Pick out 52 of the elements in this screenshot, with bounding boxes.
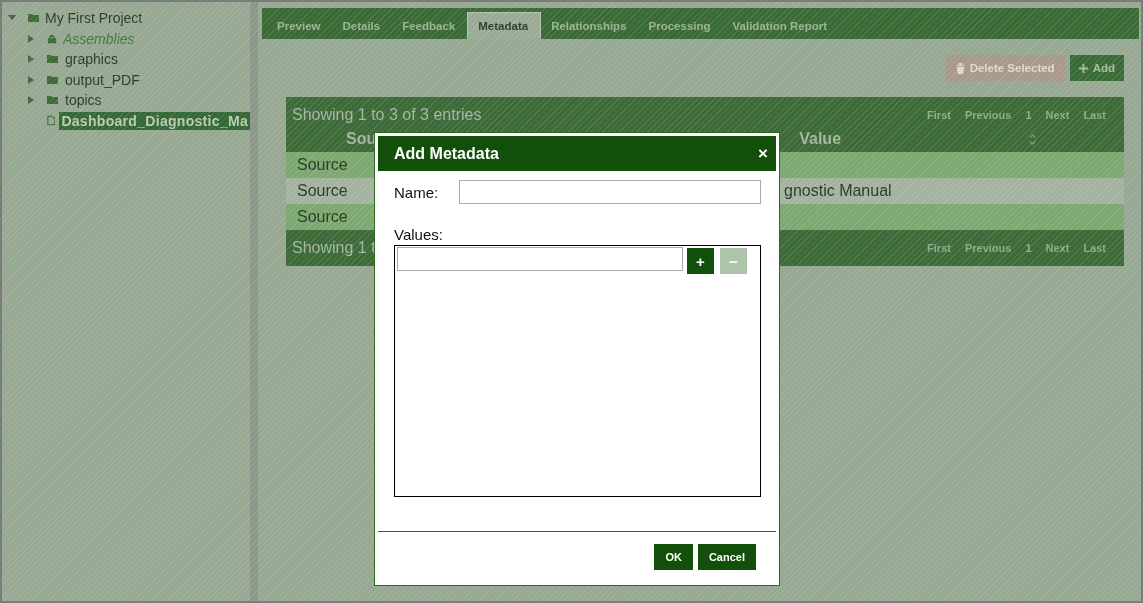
table-cell: Source xyxy=(297,156,348,174)
tree-item[interactable]: graphics xyxy=(63,50,120,69)
tab[interactable]: Relationships xyxy=(541,12,639,39)
pagination-link[interactable]: First xyxy=(927,109,951,121)
pagination-link[interactable]: 1 xyxy=(1025,242,1032,254)
table-cell: Source xyxy=(297,182,348,200)
pagination-link[interactable]: Next xyxy=(1045,242,1070,254)
tree-item[interactable]: My First Project xyxy=(43,9,145,28)
tab[interactable]: Validation Report xyxy=(722,12,840,39)
pagination-link[interactable]: First xyxy=(927,242,951,254)
name-field[interactable] xyxy=(459,180,761,204)
tab[interactable]: Metadata xyxy=(467,12,542,39)
pagination-link[interactable]: Last xyxy=(1083,242,1106,254)
tab[interactable]: Details xyxy=(332,12,393,39)
pagination-link[interactable]: Previous xyxy=(964,242,1012,254)
pagination-link[interactable]: Last xyxy=(1083,109,1106,121)
table-cell: Source xyxy=(297,208,348,226)
pagination-link[interactable]: Next xyxy=(1045,109,1070,121)
dialog-title: Add Metadata xyxy=(394,144,499,163)
folder-icon xyxy=(28,13,40,24)
tree-item[interactable]: topics xyxy=(63,91,104,110)
caret-icon[interactable] xyxy=(28,96,34,105)
tree-item[interactable]: output_PDF xyxy=(63,70,142,89)
caret-icon[interactable] xyxy=(28,55,34,64)
caret-icon[interactable] xyxy=(28,34,34,43)
bag-icon xyxy=(47,33,57,44)
tab[interactable]: Preview xyxy=(267,12,333,39)
add-value-button[interactable]: + xyxy=(687,248,714,274)
folder-icon xyxy=(47,95,59,106)
sort-icon[interactable] xyxy=(1029,134,1036,145)
trash-icon xyxy=(955,62,965,74)
tree-item[interactable]: Assemblies xyxy=(61,29,137,48)
name-label: Name: xyxy=(394,183,439,201)
tree-item[interactable]: Dashboard_Diagnostic_Ma xyxy=(59,111,250,130)
tab[interactable]: Processing xyxy=(638,12,723,39)
value-field[interactable] xyxy=(397,247,683,271)
plus-icon xyxy=(1078,63,1088,73)
caret-icon[interactable] xyxy=(28,75,34,84)
folder-icon xyxy=(47,54,59,65)
table-cell-text: gnostic Manual xyxy=(784,182,893,200)
ok-button[interactable]: OK xyxy=(654,544,693,570)
values-label: Values: xyxy=(393,225,444,243)
pagination-link[interactable]: Previous xyxy=(964,109,1012,121)
entries-info: Showing 1 to 3 of 3 entries xyxy=(292,106,482,124)
cancel-button[interactable]: Cancel xyxy=(697,544,756,570)
tab[interactable]: Feedback xyxy=(392,12,468,39)
folder-icon xyxy=(47,74,59,85)
close-button[interactable]: × xyxy=(758,143,768,164)
column-header[interactable]: Value xyxy=(799,130,842,148)
add-button[interactable]: Add xyxy=(1069,55,1124,81)
file-icon xyxy=(46,115,56,127)
pagination-link[interactable]: 1 xyxy=(1025,109,1032,121)
